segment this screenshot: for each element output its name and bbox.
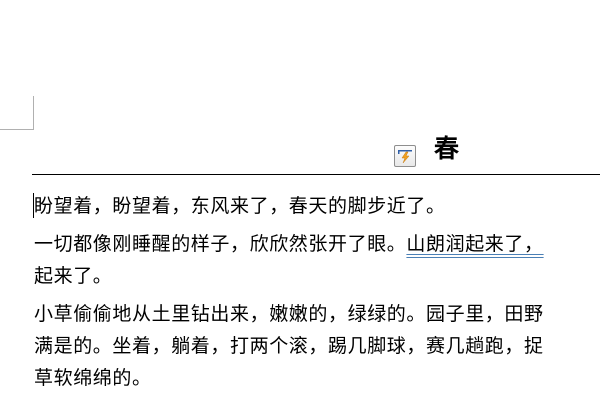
- paragraph-2-underlined-phrase[interactable]: 山朗润起来了，: [406, 233, 543, 255]
- title-underline-rule: [32, 174, 600, 175]
- document-title[interactable]: 春: [434, 131, 460, 167]
- document-body[interactable]: 盼望着，盼望着，东风来了，春天的脚步近了。 一切都像刚睡醒的样子，欣欣然张开了眼…: [34, 190, 600, 400]
- paragraph-2-line-1: 一切都像刚睡醒的样子，欣欣然张开了眼。山朗润起来了，: [34, 228, 600, 260]
- paragraph-3-line-2: 满是的。坐着，躺着，打两个滚，踢几脚球，赛几趟跑，捉: [34, 335, 544, 357]
- paragraph-2-text-a: 一切都像刚睡醒的样子，欣欣然张开了眼。: [34, 233, 407, 255]
- paragraph-2[interactable]: 一切都像刚睡醒的样子，欣欣然张开了眼。山朗润起来了， 起来了。: [34, 228, 600, 292]
- paragraph-3[interactable]: 小草偷偷地从土里钻出来，嫩嫩的，绿绿的。园子里，田野 满是的。坐着，躺着，打两个…: [34, 298, 600, 394]
- document-page: 春 盼望着，盼望着，东风来了，春天的脚步近了。 一切都像刚睡醒的样子，欣欣然张开…: [0, 0, 600, 400]
- paragraph-1[interactable]: 盼望着，盼望着，东风来了，春天的脚步近了。: [34, 190, 600, 222]
- page-margin-corner-marker: [0, 96, 34, 130]
- paragraph-1-line-1: 盼望着，盼望着，东风来了，春天的脚步近了。: [34, 195, 446, 217]
- paragraph-3-line-1: 小草偷偷地从土里钻出来，嫩嫩的，绿绿的。园子里，田野: [34, 303, 544, 325]
- paragraph-3-line-3: 草软绵绵的。: [34, 367, 152, 389]
- paragraph-2-line-2: 起来了。: [34, 265, 113, 287]
- lightning-format-icon[interactable]: [394, 145, 416, 167]
